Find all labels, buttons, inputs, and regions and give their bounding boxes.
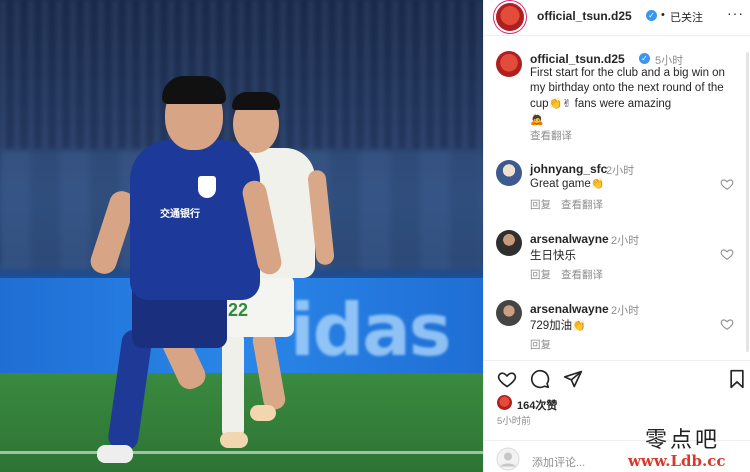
post-time-ago: 5小时前 <box>497 416 531 427</box>
comments-scrollbar[interactable] <box>746 52 749 352</box>
see-translation-link[interactable]: 查看翻译 <box>530 128 572 143</box>
comment-time: 2小时 <box>611 235 640 247</box>
commenter-avatar[interactable] <box>496 160 522 186</box>
comment-text-body: 729加油 <box>530 320 573 332</box>
post-header: official_tsun.d25 ✓ • 已关注 ··· <box>484 0 750 36</box>
clap-emoji: 👏 <box>590 177 605 190</box>
watermark-url: www.Ldb.cc <box>628 452 726 470</box>
clap-peace-emoji: 👏✌ <box>548 97 572 110</box>
comment-time: 2小时 <box>606 165 635 177</box>
comment-username[interactable]: johnyang_sfc <box>530 162 607 176</box>
caption-username[interactable]: official_tsun.d25 <box>530 52 625 66</box>
board-text: idas <box>290 288 452 372</box>
caption-avatar[interactable] <box>496 51 522 77</box>
clap-emoji: 👏 <box>572 319 586 332</box>
like-icon[interactable] <box>497 369 517 389</box>
bow-emoji: 🙇 <box>530 113 544 126</box>
player-blue-boot <box>97 445 133 463</box>
player-white-number: 22 <box>228 300 249 320</box>
like-comment-icon[interactable] <box>720 247 734 261</box>
see-translation-link[interactable]: 查看翻译 <box>561 267 603 282</box>
player-white-boot <box>220 432 248 448</box>
player-white-hair <box>232 92 280 110</box>
author-avatar[interactable] <box>496 3 524 31</box>
comment-text: 生日快乐 <box>530 250 576 262</box>
reply-link[interactable]: 回复 <box>530 337 551 352</box>
comment-text: 729加油👏 <box>530 317 586 333</box>
like-comment-icon[interactable] <box>720 177 734 191</box>
sponsor-text: 交通银行 <box>160 209 200 220</box>
user-avatar-icon <box>496 447 520 471</box>
comment-username[interactable]: arsenalwayne <box>530 232 609 246</box>
caption-text: First start for the club and a big win o… <box>530 66 740 128</box>
comment-icon[interactable] <box>530 369 550 389</box>
author-username[interactable]: official_tsun.d25 <box>537 9 632 23</box>
reply-link[interactable]: 回复 <box>530 197 551 212</box>
post-photo[interactable]: idas 22 9 交通银行 <box>0 0 483 472</box>
liker-avatar[interactable] <box>497 395 512 410</box>
see-translation-link[interactable]: 查看翻译 <box>561 197 603 212</box>
verified-icon: ✓ <box>639 53 650 64</box>
like-comment-icon[interactable] <box>720 317 734 331</box>
more-options-icon[interactable]: ··· <box>727 5 744 21</box>
commenter-avatar[interactable] <box>496 230 522 256</box>
player-blue-hair <box>162 76 226 104</box>
comment-text: Great game👏 <box>530 177 604 190</box>
caption-text-part2: fans were amazing <box>571 98 672 110</box>
player-white-boot <box>250 405 276 421</box>
commenter-avatar[interactable] <box>496 300 522 326</box>
reply-link[interactable]: 回复 <box>530 267 551 282</box>
comment-time: 2小时 <box>611 305 640 317</box>
separator-dot: • <box>661 9 665 21</box>
player-blue-jersey <box>130 140 260 300</box>
comment-username[interactable]: arsenalwayne <box>530 302 609 316</box>
share-icon[interactable] <box>563 369 583 389</box>
likes-count[interactable]: 164次赞 <box>517 397 557 413</box>
following-button[interactable]: 已关注 <box>670 9 703 25</box>
player-white-leg <box>222 330 244 440</box>
club-badge <box>198 176 216 198</box>
watermark-logo-text: 零点吧 <box>645 428 721 453</box>
post-side-panel: official_tsun.d25 ✓ • 已关注 ··· official_t… <box>483 0 750 472</box>
save-bookmark-icon[interactable] <box>728 369 746 389</box>
comment-text-body: Great game <box>530 178 591 190</box>
add-comment-input[interactable]: 添加评论... <box>532 454 585 470</box>
verified-icon: ✓ <box>646 10 657 21</box>
